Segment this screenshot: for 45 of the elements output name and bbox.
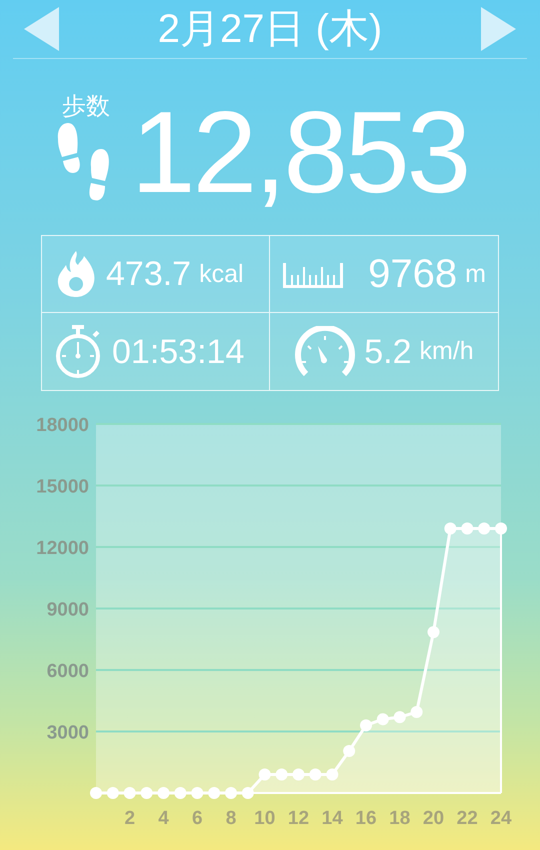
x-axis-label: 16 bbox=[355, 808, 377, 829]
data-point bbox=[309, 768, 322, 781]
date-title: 2月27日 (木) bbox=[158, 9, 382, 49]
data-point bbox=[292, 768, 304, 781]
data-point bbox=[360, 719, 372, 732]
x-axis-label: 24 bbox=[490, 808, 512, 829]
x-axis-label: 10 bbox=[254, 808, 276, 829]
data-point bbox=[276, 768, 288, 781]
data-point bbox=[326, 768, 338, 781]
x-axis-label: 8 bbox=[226, 808, 236, 829]
previous-day-button[interactable] bbox=[24, 7, 60, 51]
stat-unit: km/h bbox=[420, 339, 474, 364]
stat-value: 01:53:14 bbox=[112, 334, 244, 368]
x-axis-label: 22 bbox=[456, 808, 478, 829]
steps-count: 12,853 bbox=[131, 94, 468, 210]
data-point bbox=[461, 522, 474, 535]
x-axis-label: 2 bbox=[124, 808, 136, 829]
data-point bbox=[478, 522, 490, 535]
y-axis-label: 12000 bbox=[36, 538, 89, 559]
stat-value: 5.2 bbox=[364, 334, 412, 368]
x-axis-label: 6 bbox=[192, 808, 203, 829]
stat-value: 9768 bbox=[368, 254, 458, 294]
x-axis-label: 18 bbox=[389, 808, 410, 829]
x-axis-label: 14 bbox=[322, 808, 343, 829]
speedometer-icon bbox=[294, 326, 356, 378]
y-axis-label: 15000 bbox=[36, 476, 89, 498]
x-axis-label: 4 bbox=[158, 808, 169, 829]
steps-label: 歩数 bbox=[62, 95, 110, 119]
y-axis-label: 9000 bbox=[46, 600, 89, 620]
x-axis-label: 12 bbox=[288, 808, 310, 829]
next-day-button[interactable] bbox=[480, 7, 516, 51]
data-point bbox=[258, 768, 271, 781]
x-axis-label: 20 bbox=[422, 808, 444, 829]
stat-value: 473.7 bbox=[106, 257, 192, 291]
data-point bbox=[376, 713, 389, 726]
data-point bbox=[410, 706, 423, 718]
data-point bbox=[428, 626, 440, 638]
data-point bbox=[343, 744, 356, 757]
y-axis-label: 3000 bbox=[46, 722, 89, 744]
stat-unit: m bbox=[465, 262, 486, 286]
y-axis-label: 18000 bbox=[36, 415, 89, 436]
data-point bbox=[394, 711, 406, 724]
y-axis-label: 6000 bbox=[46, 661, 89, 682]
stat-unit: kcal bbox=[199, 262, 244, 286]
data-point bbox=[444, 522, 456, 535]
